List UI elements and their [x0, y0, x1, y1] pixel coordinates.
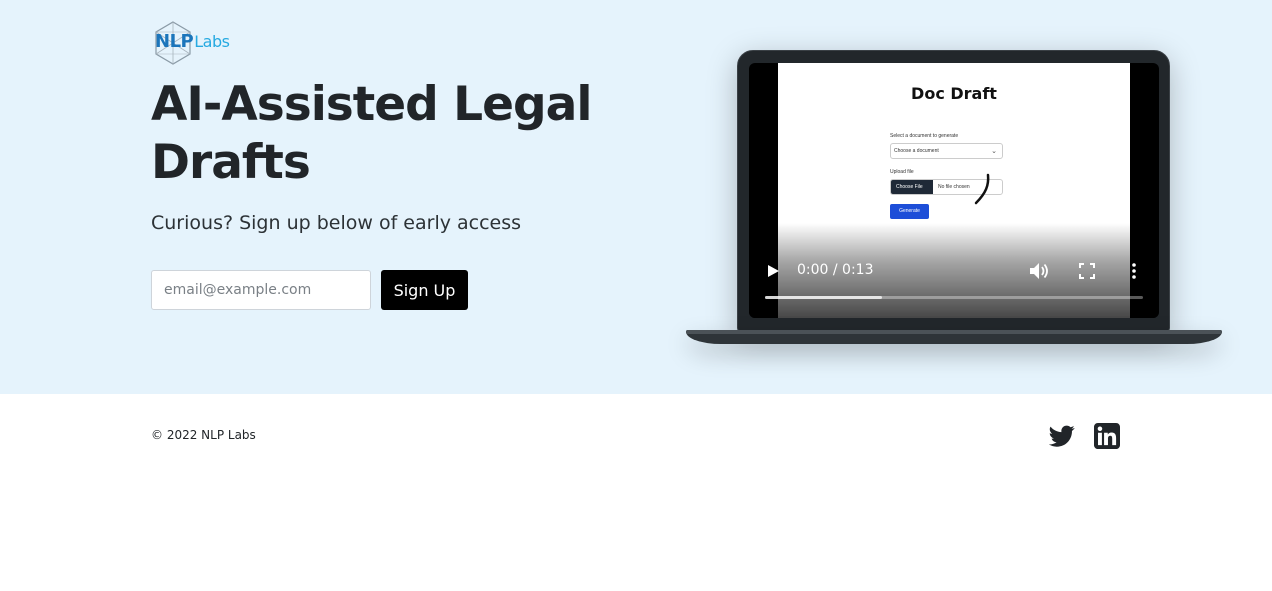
fullscreen-icon[interactable]: [1079, 263, 1095, 279]
footer-copyright: © 2022 NLP Labs: [151, 428, 256, 442]
video-select-label: Select a document to generate: [890, 133, 959, 139]
signup-button[interactable]: Sign Up: [381, 270, 468, 310]
page-title: AI-Assisted Legal Drafts: [151, 77, 592, 190]
video-choose-file: Choose File: [891, 180, 933, 194]
laptop-hinge: [686, 330, 1222, 334]
linkedin-icon[interactable]: [1094, 423, 1120, 449]
pen-stroke-icon: [974, 173, 990, 205]
video-no-file: No file chosen: [938, 184, 970, 190]
video-select: Choose a document ⌄: [890, 143, 1003, 159]
video-progress-bar[interactable]: [765, 296, 1143, 299]
hero-subheading: Curious? Sign up below of early access: [151, 212, 522, 234]
video-player[interactable]: Doc Draft Select a document to generate …: [749, 63, 1159, 318]
nlp-labs-logo[interactable]: NLPLabs: [153, 20, 239, 66]
video-select-value: Choose a document: [894, 148, 939, 154]
chevron-down-icon: ⌄: [991, 148, 997, 155]
logo-nlp-text: NLP: [155, 31, 194, 52]
more-options-icon[interactable]: [1131, 262, 1137, 280]
email-input[interactable]: [151, 270, 371, 310]
video-time: 0:00 / 0:13: [797, 262, 874, 278]
video-buffered-fill: [765, 296, 883, 299]
twitter-icon[interactable]: [1049, 423, 1075, 449]
video-upload-label: Upload file: [890, 169, 914, 175]
video-app-title: Doc Draft: [911, 84, 997, 103]
logo-labs-text: Labs: [194, 32, 230, 51]
video-generate-button: Generate: [890, 204, 929, 219]
play-icon[interactable]: [766, 264, 780, 278]
volume-icon[interactable]: [1029, 262, 1049, 280]
logo-wordmark: NLPLabs: [155, 31, 230, 52]
